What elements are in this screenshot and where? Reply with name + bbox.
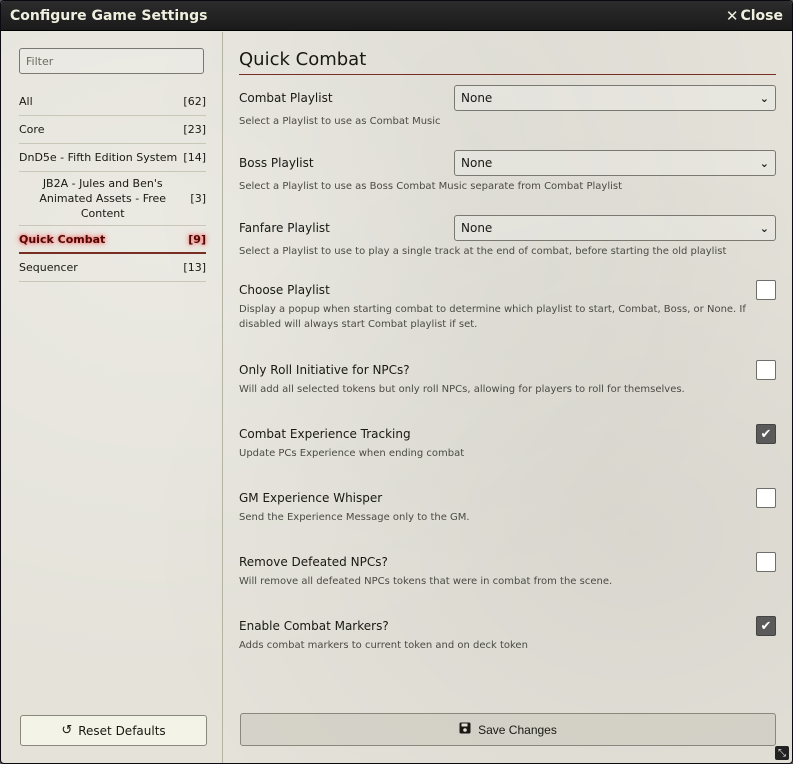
gm-experience-whisper-checkbox[interactable] — [756, 488, 776, 508]
setting-hint: Select a Playlist to use as Combat Music — [239, 116, 441, 127]
undo-icon: ↺ — [61, 723, 73, 738]
floppy-disk-icon — [459, 722, 471, 737]
remove-defeated-npcs-checkbox[interactable] — [756, 552, 776, 572]
category-count: [3] — [190, 192, 206, 205]
category-name: Quick Combat — [19, 232, 106, 246]
resize-icon[interactable]: ⤡ — [775, 746, 789, 760]
combat-playlist-select[interactable]: None ⌄ — [454, 85, 776, 111]
setting-label: Fanfare Playlist — [239, 221, 330, 235]
category-list: All [62] Core [23] DnD5e - Fifth Edition… — [19, 88, 206, 282]
setting-label: Enable Combat Markers? — [239, 619, 389, 633]
close-label: Close — [740, 7, 783, 24]
category-item-sequencer[interactable]: Sequencer [13] — [19, 254, 206, 282]
setting-label: Combat Playlist — [239, 91, 333, 105]
category-item-jb2a[interactable]: JB2A - Jules and Ben's Animated Assets -… — [19, 172, 206, 226]
setting-hint: Select a Playlist to use to play a singl… — [239, 246, 727, 257]
setting-hint: Display a popup when starting combat to … — [239, 304, 746, 330]
settings-window: Configure Game Settings ✕ Close All [62]… — [0, 0, 793, 764]
window-titlebar[interactable]: Configure Game Settings ✕ Close — [1, 1, 792, 31]
checkmark-icon: ✔ — [760, 426, 772, 442]
setting-choose-playlist: Choose Playlist Display a popup when sta… — [239, 280, 776, 332]
reset-defaults-button[interactable]: ↺ Reset Defaults — [20, 715, 207, 746]
category-name: JB2A - Jules and Ben's Animated Assets -… — [39, 177, 167, 220]
fanfare-playlist-select[interactable]: None ⌄ — [454, 215, 776, 241]
setting-hint: Update PCs Experience when ending combat — [239, 448, 465, 459]
save-changes-button[interactable]: Save Changes — [240, 713, 776, 746]
setting-only-roll-npcs: Only Roll Initiative for NPCs? Will add … — [239, 360, 776, 397]
setting-hint: Will remove all defeated NPCs tokens tha… — [239, 576, 613, 587]
category-item-dnd5e[interactable]: DnD5e - Fifth Edition System [14] — [19, 144, 206, 172]
category-item-all[interactable]: All [62] — [19, 88, 206, 116]
category-count: [62] — [183, 95, 206, 108]
category-item-core[interactable]: Core [23] — [19, 116, 206, 144]
setting-label: Remove Defeated NPCs? — [239, 555, 388, 569]
boss-playlist-select[interactable]: None ⌄ — [454, 150, 776, 176]
setting-combat-experience-tracking: Combat Experience Tracking ✔ Update PCs … — [239, 424, 776, 461]
checkmark-icon: ✔ — [760, 618, 772, 634]
combat-experience-tracking-checkbox[interactable]: ✔ — [756, 424, 776, 444]
section-title: Quick Combat — [239, 49, 776, 75]
setting-remove-defeated-npcs: Remove Defeated NPCs? Will remove all de… — [239, 552, 776, 589]
chevron-down-icon: ⌄ — [759, 221, 769, 235]
category-name: Core — [19, 123, 45, 136]
setting-label: GM Experience Whisper — [239, 491, 383, 505]
setting-hint: Adds combat markers to current token and… — [239, 640, 528, 651]
setting-hint: Send the Experience Message only to the … — [239, 512, 470, 523]
setting-gm-experience-whisper: GM Experience Whisper Send the Experienc… — [239, 488, 776, 525]
category-count: [14] — [183, 151, 206, 164]
category-count: [9] — [188, 232, 206, 246]
setting-label: Boss Playlist — [239, 156, 314, 170]
setting-label: Choose Playlist — [239, 283, 330, 297]
chevron-down-icon: ⌄ — [759, 91, 769, 105]
setting-label: Only Roll Initiative for NPCs? — [239, 363, 410, 377]
category-name: All — [19, 95, 33, 108]
select-value: None — [461, 221, 493, 235]
select-value: None — [461, 156, 493, 170]
category-count: [13] — [183, 261, 206, 274]
setting-combat-playlist: Combat Playlist None ⌄ Select a Playlist… — [239, 85, 776, 129]
category-sidebar: All [62] Core [23] DnD5e - Fifth Edition… — [1, 32, 223, 763]
category-name: DnD5e - Fifth Edition System — [19, 151, 178, 164]
window-title: Configure Game Settings — [10, 7, 208, 24]
category-item-quick-combat[interactable]: Quick Combat [9] — [19, 226, 206, 254]
category-name: Sequencer — [19, 261, 78, 274]
close-icon: ✕ — [725, 6, 739, 25]
setting-boss-playlist: Boss Playlist None ⌄ Select a Playlist t… — [239, 150, 776, 194]
only-roll-npcs-checkbox[interactable] — [756, 360, 776, 380]
choose-playlist-checkbox[interactable] — [756, 280, 776, 300]
filter-input[interactable] — [19, 48, 204, 74]
setting-hint: Select a Playlist to use as Boss Combat … — [239, 181, 623, 192]
chevron-down-icon: ⌄ — [759, 156, 769, 170]
select-value: None — [461, 91, 493, 105]
setting-label: Combat Experience Tracking — [239, 427, 411, 441]
category-count: [23] — [183, 123, 206, 136]
enable-combat-markers-checkbox[interactable]: ✔ — [756, 616, 776, 636]
setting-enable-combat-markers: Enable Combat Markers? ✔ Adds combat mar… — [239, 616, 776, 653]
save-changes-label: Save Changes — [478, 722, 557, 737]
close-button[interactable]: ✕ Close — [726, 7, 783, 25]
settings-panel: Quick Combat Combat Playlist None ⌄ Sele… — [239, 32, 776, 763]
setting-fanfare-playlist: Fanfare Playlist None ⌄ Select a Playlis… — [239, 215, 776, 259]
reset-defaults-label: Reset Defaults — [78, 723, 166, 738]
setting-hint: Will add all selected tokens but only ro… — [239, 384, 685, 395]
